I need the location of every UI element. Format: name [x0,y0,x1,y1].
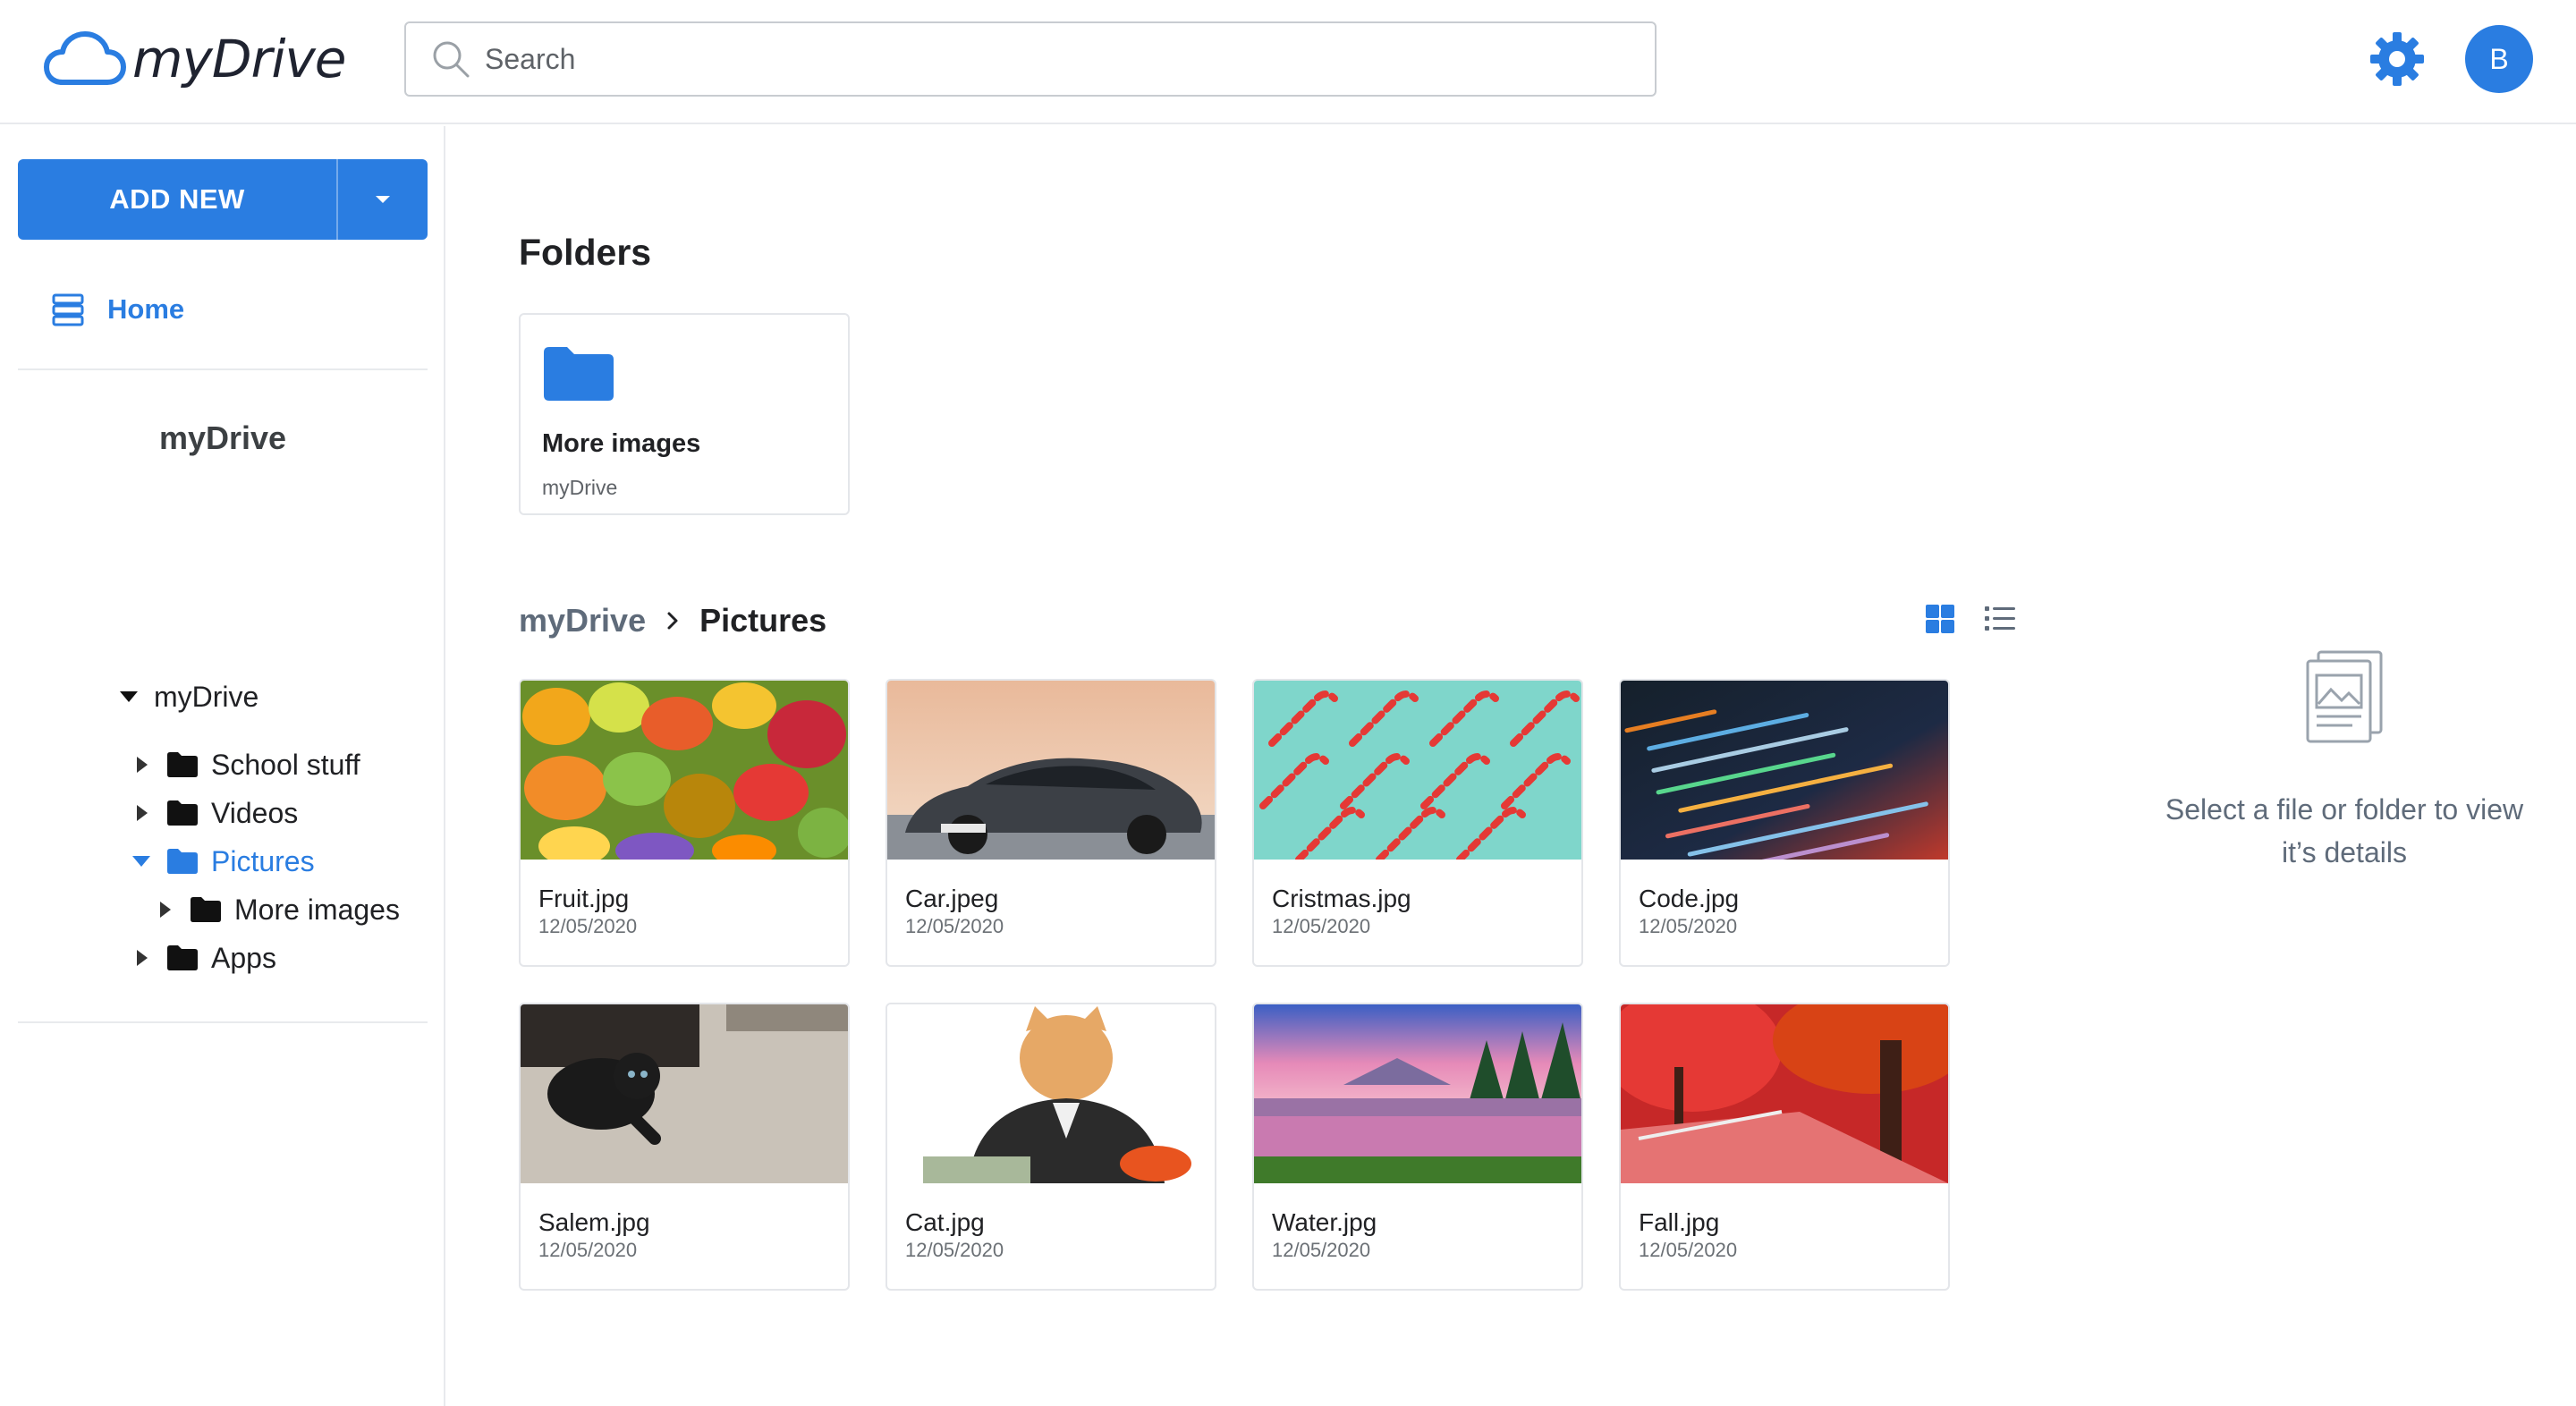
caret-down-icon[interactable] [118,686,140,707]
caret-down-icon [376,196,390,203]
mountain-lake-thumbnail [1254,1004,1581,1183]
file-card[interactable]: Fall.jpg 12/05/2020 [1619,1003,1950,1291]
file-date: 12/05/2020 [1272,915,1371,937]
caret-right-icon[interactable] [131,947,152,969]
file-name: Water.jpg [1272,1208,1377,1236]
breadcrumb: myDrive Pictures [519,602,826,639]
file-name: Cat.jpg [905,1208,985,1236]
tree-item-label: Apps [211,941,276,974]
sidebar-item-home[interactable]: Home [50,287,184,332]
file-name: Code.jpg [1639,885,1740,912]
fruit-thumbnail [521,681,848,860]
file-name: Fruit.jpg [538,885,630,912]
user-avatar[interactable]: B [2465,25,2533,93]
sidebar-heading: myDrive [158,419,287,456]
tree-item-school-stuff[interactable]: School stuff [131,742,360,787]
folder-location: myDrive [542,476,618,499]
folder-icon [544,347,614,401]
tree-item-label: Pictures [211,844,315,877]
candy-canes-thumbnail [1254,681,1581,860]
file-name: Salem.jpg [538,1208,650,1236]
code-thumbnail [1621,681,1948,860]
file-date: 12/05/2020 [1272,1239,1371,1261]
black-kitten-thumbnail [521,1004,848,1183]
file-card[interactable]: Car.jpeg 12/05/2020 [886,679,1216,967]
file-name: Cristmas.jpg [1272,885,1411,912]
file-card[interactable]: Cristmas.jpg 12/05/2020 [1252,679,1583,967]
file-card[interactable]: Water.jpg 12/05/2020 [1252,1003,1583,1291]
folder-icon [167,752,198,777]
top-bar: myDrive B [0,0,2576,124]
folder-card[interactable]: More images myDrive [519,313,850,515]
folder-icon [191,897,221,922]
breadcrumb-current: Pictures [699,602,827,639]
settings-gear-icon[interactable] [2368,30,2426,88]
grid-view-icon[interactable] [1925,604,1955,634]
file-date: 12/05/2020 [538,1239,638,1261]
search-input[interactable] [485,42,1558,76]
tree-item-pictures[interactable]: Pictures [131,839,315,884]
divider [18,368,428,370]
divider [18,1021,428,1023]
file-date: 12/05/2020 [905,915,1004,937]
tree-item-label: myDrive [154,680,259,713]
sidebar: ADD NEW Home myDrive myDrive School stuf… [0,126,445,1406]
file-name: Car.jpeg [905,885,999,912]
file-card[interactable]: Fruit.jpg 12/05/2020 [519,679,850,967]
caret-right-icon[interactable] [131,802,152,824]
tree-item-label: More images [234,893,400,926]
file-name: Fall.jpg [1639,1208,1720,1236]
caret-right-icon[interactable] [154,899,175,920]
caret-right-icon[interactable] [131,754,152,775]
folders-title: Folders [519,232,652,273]
file-date: 12/05/2020 [538,915,638,937]
empty-details-line-2: it’s details [2282,836,2407,868]
folder-name: More images [542,429,701,458]
list-view-icon[interactable] [1984,604,2016,634]
app-logo[interactable]: myDrive [43,23,346,95]
tree-item-label: Videos [211,796,299,829]
main-content: Folders More images myDrive myDrive Pict… [447,126,2111,1406]
storage-stack-icon [52,293,84,326]
folder-icon [167,849,198,874]
tree-item-more-images[interactable]: More images [154,887,400,932]
chevron-right-icon [667,612,678,630]
file-card[interactable]: Cat.jpg 12/05/2020 [886,1003,1216,1291]
file-card[interactable]: Code.jpg 12/05/2020 [1619,679,1950,967]
add-new-split-button: ADD NEW [18,159,428,240]
empty-details-line-1: Select a file or folder to view [2165,793,2524,826]
add-new-button[interactable]: ADD NEW [18,159,338,240]
folder-icon [167,945,198,970]
app-name: myDrive [132,29,346,89]
car-thumbnail [887,681,1215,860]
sidebar-item-label: Home [107,293,185,325]
tree-item-label: School stuff [211,748,360,781]
folder-icon [167,800,198,826]
tree-item-apps[interactable]: Apps [131,936,276,980]
details-panel: Select a file or folder to view it’s det… [2113,126,2576,1406]
add-new-dropdown-button[interactable] [338,159,428,240]
cat-with-money-thumbnail [887,1004,1215,1183]
empty-details-message: Select a file or folder to view it’s det… [2113,788,2576,874]
caret-down-icon[interactable] [131,851,152,872]
file-date: 12/05/2020 [1639,915,1738,937]
tree-item-mydrive[interactable]: myDrive [118,674,258,719]
file-date: 12/05/2020 [905,1239,1004,1261]
breadcrumb-root-link[interactable]: myDrive [519,602,646,639]
autumn-trees-thumbnail [1621,1004,1948,1183]
document-image-icon [2306,650,2383,743]
tree-item-videos[interactable]: Videos [131,791,298,835]
cloud-icon [44,31,126,85]
search-bar[interactable] [404,21,1657,97]
search-icon [433,41,470,78]
file-date: 12/05/2020 [1639,1239,1738,1261]
file-card[interactable]: Salem.jpg 12/05/2020 [519,1003,850,1291]
